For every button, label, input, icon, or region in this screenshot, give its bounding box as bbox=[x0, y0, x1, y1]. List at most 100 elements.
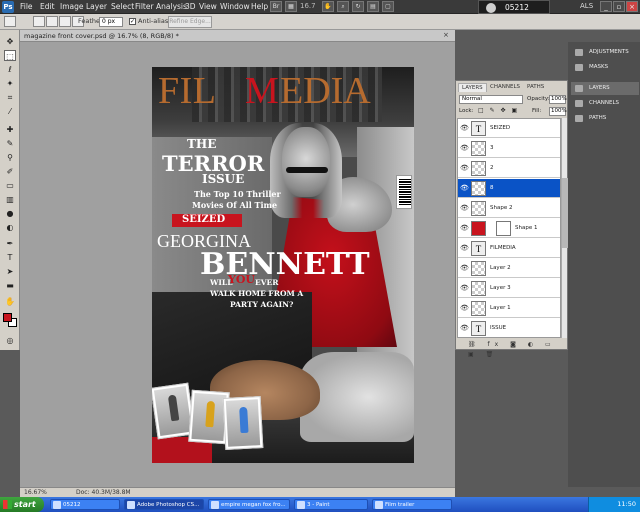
taskbar-item[interactable]: empire megan fox fro... bbox=[208, 499, 290, 510]
menu-select[interactable]: Select bbox=[111, 2, 134, 11]
arrange-documents-icon[interactable]: ▤ bbox=[367, 1, 379, 12]
lasso-tool-icon[interactable]: ℓ bbox=[4, 64, 16, 75]
layer-row[interactable]: 👁 T FILMEDIA bbox=[458, 239, 560, 258]
foreground-color-swatch[interactable] bbox=[3, 313, 12, 322]
eyedropper-icon[interactable]: ⁄ bbox=[4, 106, 16, 117]
visibility-eye-icon[interactable]: 👁 bbox=[460, 324, 469, 332]
view-extras-icon[interactable]: ▦ bbox=[285, 1, 297, 12]
adjustments-panel-button[interactable]: ADJUSTMENTS bbox=[571, 46, 639, 59]
workspace-label[interactable]: ALS bbox=[580, 2, 593, 10]
canvas-area[interactable]: FIL M EDIA THE TERROR ISSUE The Top 10 T… bbox=[20, 42, 455, 487]
menu-view[interactable]: View bbox=[199, 2, 217, 11]
visibility-eye-icon[interactable]: 👁 bbox=[460, 304, 469, 312]
visibility-eye-icon[interactable]: 👁 bbox=[460, 284, 469, 292]
marquee-preset-icon[interactable] bbox=[4, 16, 16, 27]
move-tool-icon[interactable]: ✥ bbox=[4, 36, 16, 47]
layer-row[interactable]: 👁 2 bbox=[458, 159, 560, 178]
visibility-eye-icon[interactable]: 👁 bbox=[460, 164, 469, 172]
rotate-view-icon[interactable]: ↻ bbox=[352, 1, 364, 12]
layer-row[interactable]: 👁 T ISSUE bbox=[458, 319, 560, 337]
layer-row[interactable]: 👁 3 bbox=[458, 139, 560, 158]
type-tool-icon[interactable]: T bbox=[4, 252, 16, 263]
document-size[interactable]: Doc: 40.3M/38.8M bbox=[76, 489, 131, 496]
menu-image[interactable]: Image bbox=[60, 2, 84, 11]
dodge-tool-icon[interactable]: ◐ bbox=[4, 222, 16, 233]
visibility-eye-icon[interactable]: 👁 bbox=[460, 244, 469, 252]
menu-file[interactable]: File bbox=[20, 2, 33, 11]
taskbar-item[interactable]: Film trailer bbox=[372, 499, 452, 510]
menu-edit[interactable]: Edit bbox=[40, 2, 55, 11]
tab-layers[interactable]: LAYERS bbox=[458, 83, 487, 92]
tab-channels[interactable]: CHANNELS bbox=[487, 83, 523, 92]
hand-tool-icon[interactable]: ✋ bbox=[4, 296, 16, 307]
channels-panel-button[interactable]: CHANNELS bbox=[571, 97, 639, 110]
minimize-icon[interactable]: _ bbox=[600, 1, 612, 12]
restore-icon[interactable]: ▫ bbox=[613, 1, 625, 12]
layer-row[interactable]: 👁 Layer 1 bbox=[458, 299, 560, 318]
paths-panel-button[interactable]: PATHS bbox=[571, 112, 639, 125]
add-selection-icon[interactable] bbox=[46, 16, 58, 27]
taskbar-item-active[interactable]: Adobe Photoshop CS... bbox=[124, 499, 204, 510]
layer-row[interactable]: 👁 Shape 1 bbox=[458, 219, 560, 238]
healing-brush-icon[interactable]: ✚ bbox=[4, 124, 16, 135]
eraser-icon[interactable]: ▭ bbox=[4, 180, 16, 191]
hand-tool-icon[interactable]: ✋ bbox=[322, 1, 334, 12]
history-brush-icon[interactable]: ✐ bbox=[4, 166, 16, 177]
visibility-eye-icon[interactable]: 👁 bbox=[460, 264, 469, 272]
zoom-tool-icon[interactable]: ⌕ bbox=[337, 1, 349, 12]
clone-stamp-icon[interactable]: ⚲ bbox=[4, 152, 16, 163]
pen-tool-icon[interactable]: ✒ bbox=[4, 238, 16, 249]
clock[interactable]: 11:50 bbox=[617, 500, 636, 508]
fill-input[interactable]: 100% bbox=[549, 107, 567, 116]
opacity-input[interactable]: 100% bbox=[549, 95, 567, 104]
magic-wand-icon[interactable]: ✦ bbox=[4, 78, 16, 89]
antialias-checkbox[interactable]: ✓ bbox=[129, 18, 136, 25]
close-document-icon[interactable]: × bbox=[443, 31, 452, 40]
screen-mode-icon[interactable]: ▢ bbox=[382, 1, 394, 12]
visibility-eye-icon[interactable]: 👁 bbox=[460, 144, 469, 152]
menu-help[interactable]: Help bbox=[251, 2, 268, 11]
layers-panel-button[interactable]: LAYERS bbox=[571, 82, 639, 95]
bridge-icon[interactable]: Br bbox=[270, 1, 282, 12]
document-tab[interactable]: magazine front cover.psd @ 16.7% (8, RGB… bbox=[20, 30, 455, 42]
scrollbar-thumb[interactable] bbox=[562, 178, 568, 248]
layer-row[interactable]: 👁 Layer 2 bbox=[458, 259, 560, 278]
new-selection-icon[interactable] bbox=[33, 16, 45, 27]
refine-edge-button[interactable]: Refine Edge... bbox=[168, 16, 212, 28]
layer-panel-footer[interactable]: ⛓ fx ◙ ◐ ▭ ▣ 🗑 bbox=[456, 340, 567, 358]
shape-tool-icon[interactable]: ▬ bbox=[4, 280, 16, 291]
layer-row[interactable]: 👁 Layer 3 bbox=[458, 279, 560, 298]
brush-tool-icon[interactable]: ✎ bbox=[4, 138, 16, 149]
quick-mask-icon[interactable]: ◎ bbox=[4, 335, 16, 346]
feather-input[interactable]: 0 px bbox=[99, 17, 123, 27]
menu-layer[interactable]: Layer bbox=[86, 2, 107, 11]
start-button[interactable]: start bbox=[0, 497, 44, 512]
crop-tool-icon[interactable]: ⌗ bbox=[4, 92, 16, 103]
layer-list-scrollbar[interactable] bbox=[561, 118, 568, 338]
menu-3d[interactable]: 3D bbox=[185, 2, 196, 11]
close-icon[interactable]: × bbox=[626, 1, 638, 12]
taskbar-item[interactable]: 05212 bbox=[50, 499, 120, 510]
blend-mode-select[interactable]: Normal bbox=[459, 95, 523, 104]
masks-panel-button[interactable]: MASKS bbox=[571, 61, 639, 74]
layer-row-selected[interactable]: 👁 8 bbox=[458, 179, 560, 198]
visibility-eye-icon[interactable]: 👁 bbox=[460, 224, 469, 232]
visibility-eye-icon[interactable]: 👁 bbox=[460, 124, 469, 132]
path-select-icon[interactable]: ➤ bbox=[4, 266, 16, 277]
blur-tool-icon[interactable]: ● bbox=[4, 208, 16, 219]
lock-icons[interactable]: □ ✎ ✥ ▣ bbox=[478, 107, 519, 114]
menu-filter[interactable]: Filter bbox=[135, 2, 154, 11]
marquee-tool-icon[interactable]: ⬚ bbox=[4, 50, 16, 61]
subtract-selection-icon[interactable] bbox=[59, 16, 71, 27]
layer-row[interactable]: 👁 T SEIZED bbox=[458, 119, 560, 138]
visibility-eye-icon[interactable]: 👁 bbox=[460, 184, 469, 192]
menu-window[interactable]: Window bbox=[220, 2, 250, 11]
taskbar-item[interactable]: 3 - Paint bbox=[294, 499, 368, 510]
gradient-tool-icon[interactable]: ▥ bbox=[4, 194, 16, 205]
menu-analysis[interactable]: Analysis bbox=[156, 2, 187, 11]
visibility-eye-icon[interactable]: 👁 bbox=[460, 204, 469, 212]
tab-paths[interactable]: PATHS bbox=[524, 83, 547, 92]
magazine-cover[interactable]: FIL M EDIA THE TERROR ISSUE The Top 10 T… bbox=[152, 67, 414, 463]
layer-row[interactable]: 👁 Shape 2 bbox=[458, 199, 560, 218]
zoom-level-menu[interactable]: 16.7 bbox=[300, 2, 316, 10]
